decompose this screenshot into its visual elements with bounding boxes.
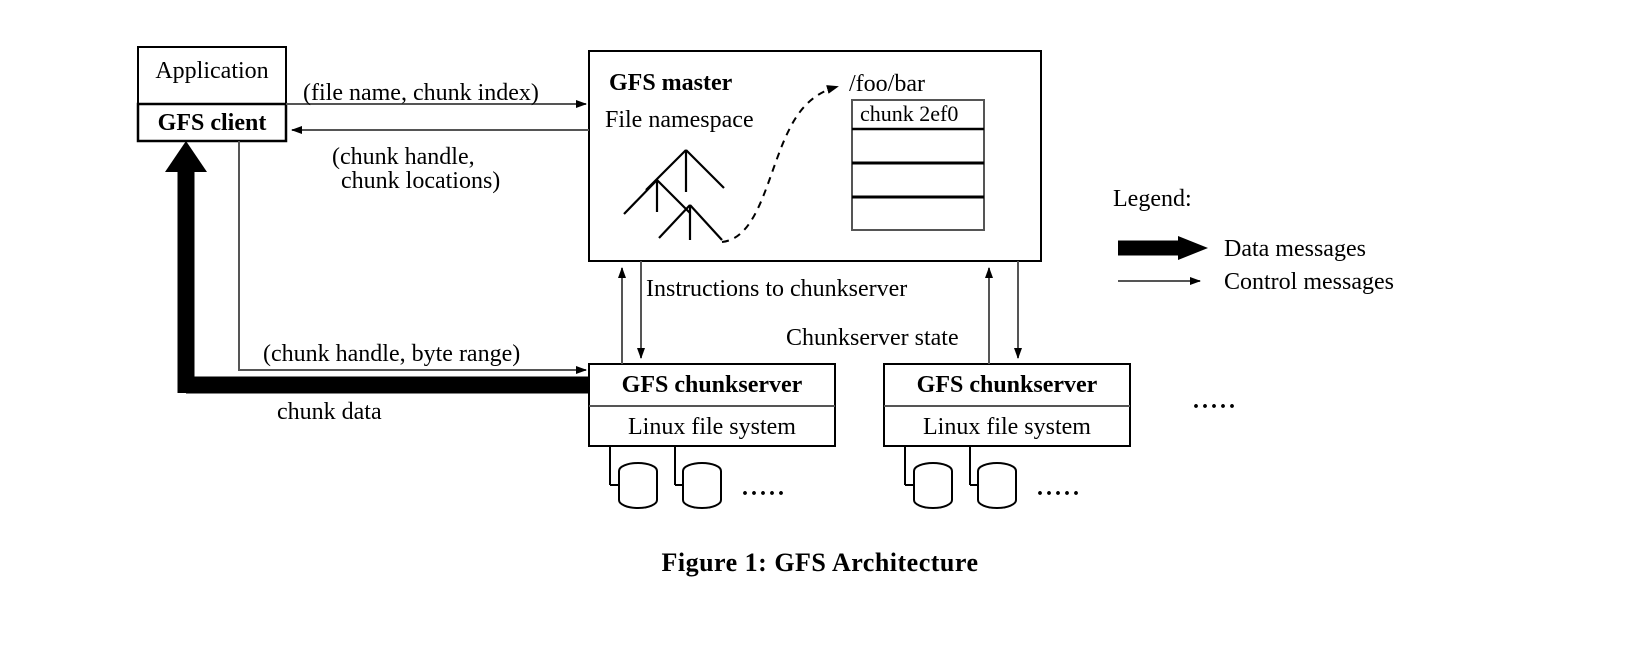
more-chunkservers-indicator: ..... [1193, 388, 1238, 414]
gfs-client-label: GFS client [157, 110, 267, 136]
message-master-to-chunkserver: Instructions to chunkserver [646, 276, 908, 302]
gfs-architecture-figure: Application GFS client GFS master File n… [0, 0, 1640, 648]
file-path-label: /foo/bar [849, 71, 925, 97]
message-chunkserver-to-master: Chunkserver state [786, 325, 959, 351]
chunk-table-row-0: chunk 2ef0 [860, 101, 959, 126]
chunkserver-1-disks [609, 446, 722, 509]
chunkserver-1-title: GFS chunkserver [621, 372, 803, 398]
chunkserver-2-more-disks-indicator: ..... [1037, 475, 1082, 501]
figure-caption: Figure 1: GFS Architecture [661, 548, 979, 577]
legend-label-control-messages: Control messages [1224, 269, 1394, 295]
chunkserver-1-filesystem-label: Linux file system [628, 414, 796, 440]
legend-data-arrow-icon [1118, 236, 1208, 260]
gfs-master-title: GFS master [609, 70, 733, 96]
message-master-to-client-line1: (chunk handle, [332, 144, 475, 170]
legend-title: Legend: [1113, 186, 1192, 212]
chunkserver-1-more-disks-indicator: ..... [742, 475, 787, 501]
legend-label-data-messages: Data messages [1224, 236, 1366, 262]
control-arrows-master-chunkserver-2 [985, 261, 1022, 364]
message-client-to-master: (file name, chunk index) [303, 80, 539, 106]
application-label: Application [155, 58, 269, 84]
control-lines-client-master [286, 100, 589, 134]
chunkserver-2-disks [904, 446, 1017, 509]
file-namespace-label: File namespace [605, 107, 754, 133]
message-chunkserver-to-client: chunk data [277, 399, 382, 425]
chunkserver-2-filesystem-label: Linux file system [923, 414, 1091, 440]
control-arrows-master-chunkserver-1 [618, 261, 645, 364]
message-master-to-client-line2: chunk locations) [341, 168, 501, 194]
chunkserver-2-title: GFS chunkserver [916, 372, 1098, 398]
message-client-to-chunkserver: (chunk handle, byte range) [263, 341, 521, 367]
